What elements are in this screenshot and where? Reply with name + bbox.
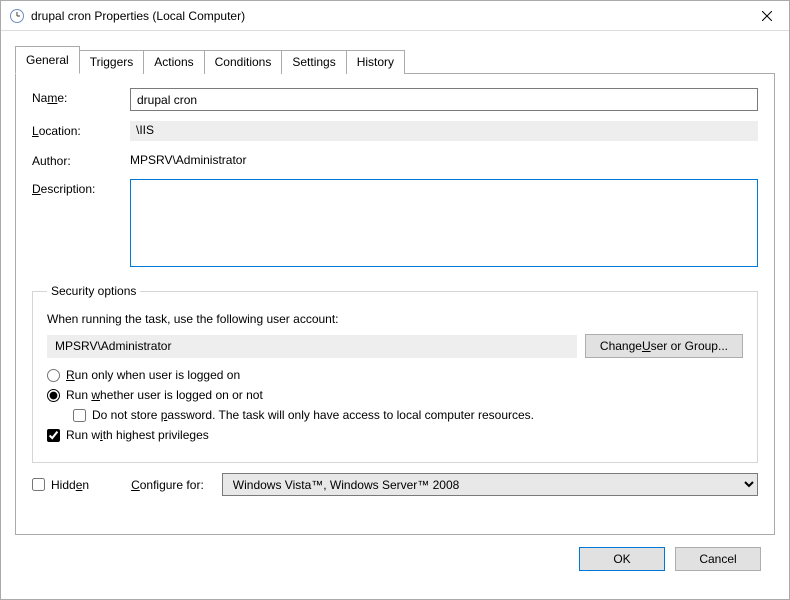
ok-button[interactable]: OK (579, 547, 665, 571)
description-label: Description: (32, 179, 130, 196)
clock-icon (9, 8, 25, 24)
radio-run-whether-label: Run whether user is logged on or not (66, 388, 263, 402)
radio-run-whether-input[interactable] (47, 389, 60, 402)
tab-conditions[interactable]: Conditions (204, 50, 283, 74)
checkbox-hidden-input[interactable] (32, 478, 45, 491)
tab-panel-general: Name: Location: \IIS Author: MPSRV\Admin… (15, 73, 775, 535)
checkbox-highest-priv[interactable]: Run with highest privileges (47, 428, 743, 442)
cancel-button[interactable]: Cancel (675, 547, 761, 571)
security-running-text: When running the task, use the following… (47, 312, 743, 326)
checkbox-nostore-label: Do not store password. The task will onl… (92, 408, 534, 422)
checkbox-nostore-input[interactable] (73, 409, 86, 422)
checkbox-hidden[interactable]: Hidden (32, 478, 89, 492)
tab-settings[interactable]: Settings (281, 50, 346, 74)
security-legend: Security options (47, 284, 140, 298)
checkbox-hidden-label: Hidden (51, 478, 89, 492)
radio-run-loggedon-input[interactable] (47, 369, 60, 382)
configure-for-select[interactable]: Windows Vista™, Windows Server™ 2008 (222, 473, 758, 496)
name-input[interactable] (130, 88, 758, 111)
checkbox-nostore-password[interactable]: Do not store password. The task will onl… (73, 408, 743, 422)
change-user-button[interactable]: Change User or Group... (585, 334, 743, 358)
checkbox-highest-input[interactable] (47, 429, 60, 442)
radio-run-loggedon-label: Run only when user is logged on (66, 368, 240, 382)
radio-run-whether[interactable]: Run whether user is logged on or not (47, 388, 743, 402)
properties-dialog: drupal cron Properties (Local Computer) … (0, 0, 790, 600)
tab-triggers[interactable]: Triggers (79, 50, 145, 74)
author-label: Author: (32, 151, 130, 168)
tab-general[interactable]: General (15, 46, 80, 74)
tab-strip: General Triggers Actions Conditions Sett… (15, 46, 775, 74)
configure-for-label: Configure for: (131, 478, 204, 492)
dialog-body: General Triggers Actions Conditions Sett… (1, 31, 789, 599)
bottom-row: Hidden Configure for: Windows Vista™, Wi… (32, 473, 758, 496)
tab-history[interactable]: History (346, 50, 405, 74)
location-value: \IIS (130, 121, 758, 141)
security-options-group: Security options When running the task, … (32, 284, 758, 463)
close-button[interactable] (744, 1, 789, 30)
author-value: MPSRV\Administrator (130, 151, 758, 169)
checkbox-highest-label: Run with highest privileges (66, 428, 209, 442)
tab-actions[interactable]: Actions (143, 50, 204, 74)
name-label: Name: (32, 88, 130, 105)
titlebar: drupal cron Properties (Local Computer) (1, 1, 789, 31)
radio-run-loggedon[interactable]: Run only when user is logged on (47, 368, 743, 382)
location-label: Location: (32, 121, 130, 138)
dialog-footer: OK Cancel (15, 535, 775, 585)
user-account-display: MPSRV\Administrator (47, 335, 577, 358)
description-input[interactable] (130, 179, 758, 267)
window-title: drupal cron Properties (Local Computer) (31, 9, 744, 23)
